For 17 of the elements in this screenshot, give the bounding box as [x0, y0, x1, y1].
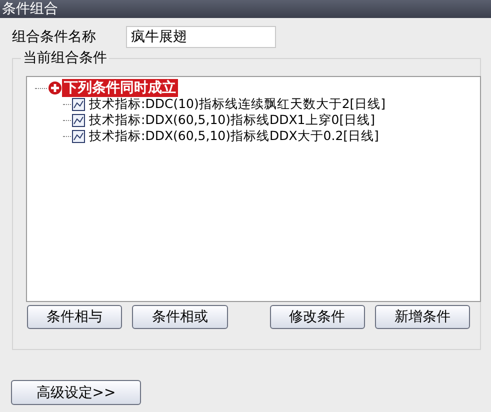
tree-item[interactable]: 技术指标:DDX(60,5,10)指标线DDX大于0.2[日线] [89, 128, 379, 144]
condition-button[interactable]: 条件相与 [27, 305, 122, 329]
name-label: 组合条件名称 [12, 28, 97, 46]
window-title: 条件组合 [0, 0, 491, 18]
tree-item[interactable]: 技术指标:DDC(10)指标线连续飘红天数大于2[日线] [89, 96, 386, 112]
advanced-settings-button[interactable]: 高级设定>> [11, 380, 141, 405]
chart-icon [72, 130, 85, 142]
chart-icon [72, 98, 85, 110]
name-field[interactable]: 疯牛展翅 [126, 26, 276, 48]
chart-icon [72, 114, 85, 126]
tree-item[interactable]: 技术指标:DDX(60,5,10)指标线DDX1上穿0[日线] [89, 112, 375, 128]
tree-root-item[interactable]: 下列条件同时成立 [62, 79, 178, 97]
condition-button[interactable]: 修改条件 [270, 305, 365, 329]
group-title: 当前组合条件 [21, 49, 109, 67]
plus-circle-icon [48, 81, 62, 95]
condition-button[interactable]: 新增条件 [374, 305, 470, 329]
condition-button[interactable]: 条件相或 [132, 305, 228, 329]
